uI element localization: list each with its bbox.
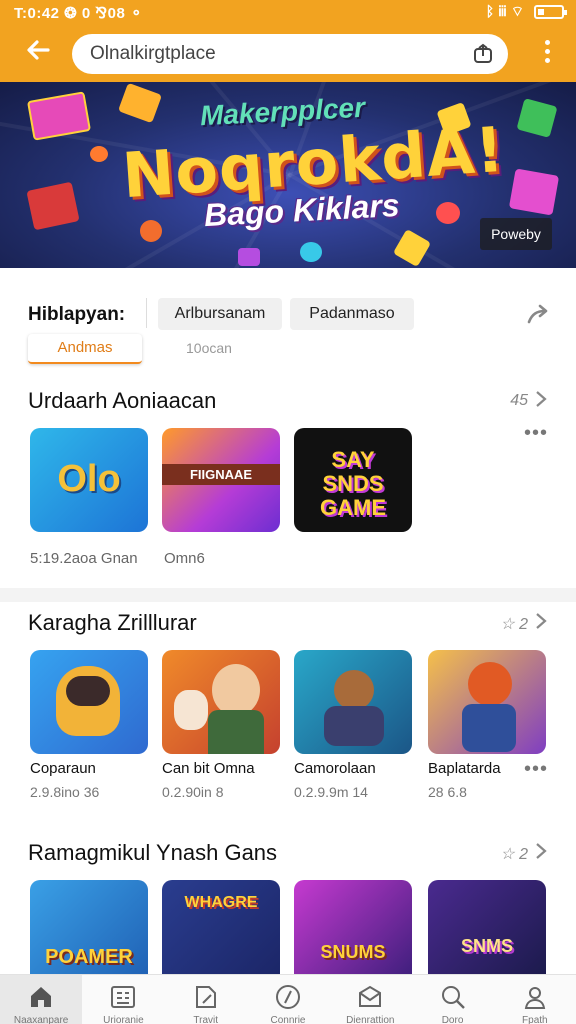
battery-icon <box>534 5 567 19</box>
section-count: 45 <box>510 392 528 409</box>
game-tile-1[interactable]: Olo <box>30 428 148 532</box>
section-3: Ramagmikul Ynash Gans ☆ 2 POAMER WHAGRE … <box>0 828 576 984</box>
edit-icon <box>195 986 216 1008</box>
nav-label: Fpath <box>522 1015 548 1024</box>
section-title: Urdaarh Aoniaacan <box>28 388 217 413</box>
status-bar: T:0:42 ❂ 0 ⅋08 ⚬ ᛒ ⅲ ⌔ <box>0 0 576 26</box>
share-arrow-icon[interactable] <box>526 302 552 326</box>
tile-art: SNUMS <box>320 942 386 962</box>
tile-art: FIIGNAAE <box>162 464 280 485</box>
game-name: Omn6 <box>164 550 205 567</box>
search-input[interactable]: Olnalkirgtplace <box>72 34 508 74</box>
filter-bar: Hiblapyan: Arlbursanam Padanmaso Andmas … <box>0 268 576 372</box>
section-1: Urdaarh Aoniaacan 45 ••• Olo FIIGNAAE SA… <box>0 372 576 590</box>
section-count: 2 <box>519 846 528 863</box>
filter-title: Hiblapyan: <box>28 304 126 325</box>
nav-label: Dienrattion <box>346 1015 395 1024</box>
back-arrow-icon <box>27 40 50 60</box>
section-separator <box>0 588 576 602</box>
tile-art: SAY SNDS GAME <box>320 447 386 520</box>
nav-travel[interactable]: Travit <box>165 975 247 1024</box>
game-meta: 0.2.9.9m 14 <box>294 784 368 800</box>
game-tile-11[interactable]: SNMS <box>428 880 546 984</box>
game-tile-8[interactable]: POAMER <box>30 880 148 984</box>
top-app-bar: T:0:42 ❂ 0 ⅋08 ⚬ ᛒ ⅲ ⌔ Olnalkirgtplace <box>0 0 576 82</box>
promo-banner[interactable]: Makerpplcer NoqrokdA! Bago Kiklars Poweb… <box>0 82 576 268</box>
tab-active[interactable]: Andmas <box>28 334 142 364</box>
nav-label: Naaxanpare <box>13 1015 69 1024</box>
compass-icon <box>275 985 300 1009</box>
mail-icon <box>359 985 382 1007</box>
search-text: Olnalkirgtplace <box>90 43 216 64</box>
game-name: Can bit Omna <box>162 760 255 777</box>
search-icon <box>441 986 465 1009</box>
banner-chip[interactable]: Poweby <box>480 218 552 250</box>
more-icon[interactable]: ••• <box>524 758 548 781</box>
tab-inactive[interactable]: 10ocan <box>186 340 232 356</box>
nav-destinations[interactable]: Dienrattion <box>329 975 411 1024</box>
chevron-right-icon[interactable] <box>534 390 548 408</box>
nav-label: Urioranie <box>103 1015 144 1024</box>
chevron-right-icon[interactable] <box>534 842 548 860</box>
section-2: Karagha Zrilllurar ☆ 2 Coparaun 2.9.8ino… <box>0 602 576 826</box>
game-name: Camorolaan <box>294 760 376 777</box>
section-rating: ☆ 2 <box>500 616 528 633</box>
back-button[interactable] <box>22 36 54 68</box>
divider <box>146 298 147 328</box>
tile-art: POAMER <box>45 946 133 968</box>
nav-home[interactable]: Naaxanpare <box>0 975 83 1024</box>
nav-label: Connrie <box>270 1015 306 1024</box>
nav-search[interactable]: Doro <box>411 975 493 1024</box>
tile-art: WHAGRE <box>184 894 258 911</box>
game-meta: 2.9.8ino 36 <box>30 784 100 800</box>
section-title: Karagha Zrilllurar <box>28 610 197 635</box>
game-tile-7[interactable] <box>428 650 546 754</box>
game-meta: 28 6.8 <box>428 784 467 800</box>
game-meta: 0.2.90in 8 <box>162 784 224 800</box>
bottom-navigation: Naaxanpare Urioranie Travit Connrie Dien… <box>0 974 576 1024</box>
game-tile-5[interactable] <box>162 650 280 754</box>
nav-label: Travit <box>193 1015 219 1024</box>
nav-categories[interactable]: Urioranie <box>82 975 164 1024</box>
section-rating: ☆ 2 <box>500 846 528 863</box>
game-tile-6[interactable] <box>294 650 412 754</box>
game-name: 5:19.2aoa Gnan <box>30 550 138 567</box>
filter-chip-1[interactable]: Arlbursanam <box>158 298 282 330</box>
chevron-right-icon[interactable] <box>534 612 548 630</box>
user-icon <box>524 987 546 1009</box>
signal-icons: ᛒ ⅲ ⌔ <box>485 3 524 19</box>
section-count: 2 <box>519 616 528 633</box>
tile-art: SNMS <box>460 936 513 956</box>
more-icon[interactable]: ••• <box>524 422 548 445</box>
game-tile-2[interactable]: FIIGNAAE <box>162 428 280 532</box>
game-tile-3[interactable]: SAY SNDS GAME <box>294 428 412 532</box>
home-icon <box>31 987 52 1007</box>
status-icons: ᛒ ⅲ ⌔ <box>485 3 567 21</box>
game-tile-9[interactable]: WHAGRE <box>162 880 280 984</box>
tile-art: Olo <box>57 458 121 500</box>
share-icon[interactable] <box>472 43 494 65</box>
game-tile-4[interactable] <box>30 650 148 754</box>
nav-connect[interactable]: Connrie <box>247 975 329 1024</box>
game-name: Coparaun <box>30 760 96 777</box>
nav-profile[interactable]: Fpath <box>494 975 576 1024</box>
status-time: T:0:42 ❂ 0 ⅋08 ⚬ <box>14 5 144 22</box>
game-name: Baplatarda <box>428 760 501 777</box>
marketplace-screen: T:0:42 ❂ 0 ⅋08 ⚬ ᛒ ⅲ ⌔ Olnalkirgtplace M… <box>0 0 576 1024</box>
filter-chip-2[interactable]: Padanmaso <box>290 298 414 330</box>
banner-badge-icon <box>26 91 92 141</box>
nav-label: Doro <box>441 1015 464 1024</box>
grid-icon <box>111 986 136 1008</box>
overflow-menu-button[interactable] <box>542 40 552 68</box>
section-title: Ramagmikul Ynash Gans <box>28 840 278 865</box>
game-tile-10[interactable]: SNUMS <box>294 880 412 984</box>
